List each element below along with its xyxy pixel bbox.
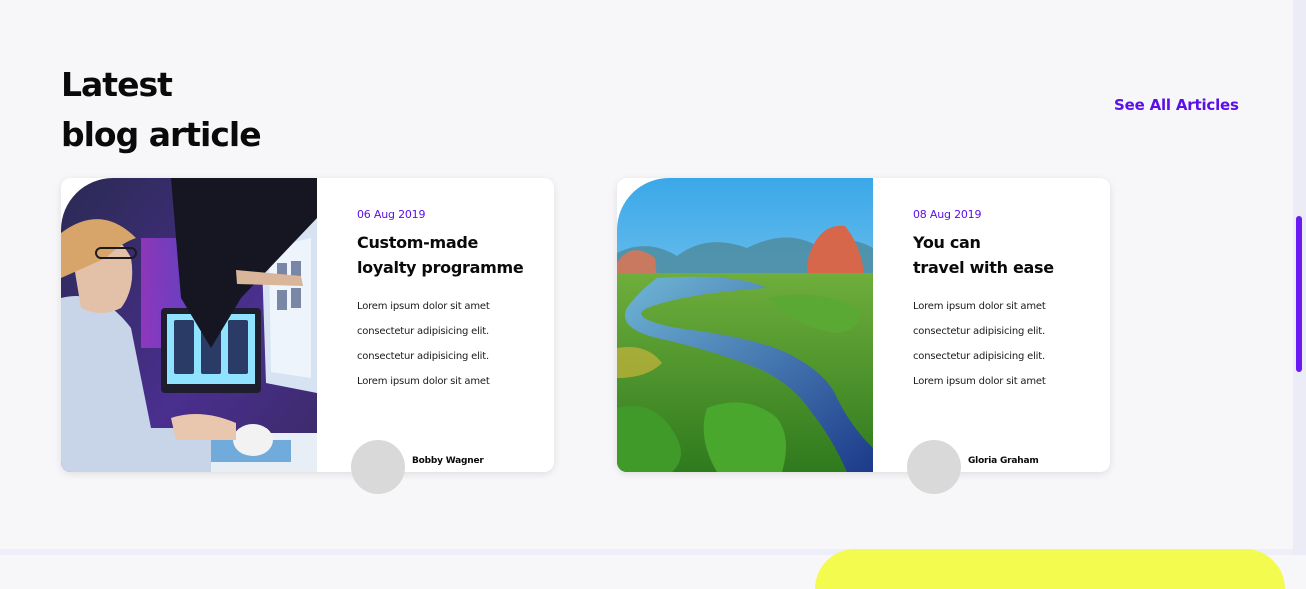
excerpt-line: Lorem ipsum dolor sit amet [357,301,490,312]
article-title-line-1: Custom-made [357,233,479,252]
excerpt-line: consectetur adipisicing elit. [913,326,1045,337]
article-excerpt: Lorem ipsum dolor sit amet consectetur a… [357,294,537,394]
author-avatar [907,440,961,494]
see-all-articles-link[interactable]: See All Articles [1114,96,1239,114]
article-excerpt: Lorem ipsum dolor sit amet consectetur a… [913,294,1093,394]
excerpt-line: Lorem ipsum dolor sit amet [913,301,1046,312]
scrollbar-thumb[interactable] [1296,216,1302,372]
section-title-line-1: Latest [61,65,173,104]
excerpt-line: Lorem ipsum dolor sit amet [913,376,1046,387]
section-title: Latest blog article [61,60,262,160]
article-title-line-1: You can [913,233,981,252]
excerpt-line: consectetur adipisicing elit. [357,351,489,362]
article-title[interactable]: You can travel with ease [913,230,1093,280]
excerpt-line: consectetur adipisicing elit. [357,326,489,337]
article-content: 06 Aug 2019 Custom-made loyalty programm… [357,208,537,394]
author-avatar [351,440,405,494]
scrollbar[interactable] [1293,0,1306,555]
author-name: Bobby Wagner [412,456,484,466]
article-date: 06 Aug 2019 [357,208,426,221]
article-card[interactable]: 06 Aug 2019 Custom-made loyalty programm… [61,178,554,494]
article-content: 08 Aug 2019 You can travel with ease Lor… [913,208,1093,394]
decorative-blob [815,549,1285,589]
article-image[interactable] [617,178,873,472]
article-date: 08 Aug 2019 [913,208,982,221]
article-image[interactable] [61,178,317,472]
excerpt-line: consectetur adipisicing elit. [913,351,1045,362]
author-name: Gloria Graham [968,456,1039,466]
excerpt-line: Lorem ipsum dolor sit amet [357,376,490,387]
article-card[interactable]: 08 Aug 2019 You can travel with ease Lor… [617,178,1110,494]
section-title-line-2: blog article [61,115,262,154]
article-title-line-2: loyalty programme [357,258,524,277]
article-title[interactable]: Custom-made loyalty programme [357,230,537,280]
article-title-line-2: travel with ease [913,258,1054,277]
